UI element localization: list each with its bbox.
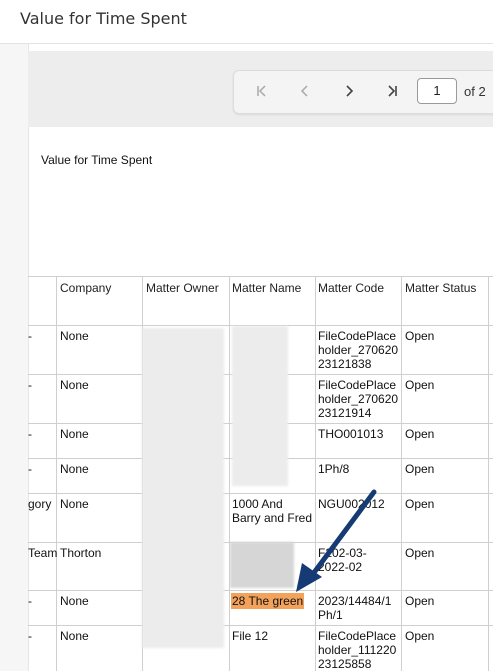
grid-line bbox=[28, 625, 493, 626]
row-lead-cell: - bbox=[28, 629, 32, 643]
report-title: Value for Time Spent bbox=[41, 153, 153, 167]
grid-line bbox=[28, 493, 493, 494]
row-lead-cell: - bbox=[28, 378, 32, 392]
matter-status-cell: Open bbox=[405, 427, 435, 441]
matter-status-cell: Open bbox=[405, 546, 435, 560]
page-count-label: of 2 bbox=[464, 84, 486, 99]
matter-code-cell: Ph/1 bbox=[318, 608, 343, 622]
column-header-company[interactable]: Company bbox=[60, 281, 111, 295]
row-lead-cell: - bbox=[28, 462, 32, 476]
page-number-input[interactable]: 1 bbox=[417, 78, 457, 104]
column-header-matter-status[interactable]: Matter Status bbox=[405, 281, 476, 295]
matter-code-cell: holder_111220 bbox=[318, 643, 397, 657]
row-lead-cell: - bbox=[28, 594, 32, 608]
matter-name-cell: File 12 bbox=[232, 629, 269, 643]
last-page-icon bbox=[388, 85, 397, 97]
previous-page-button[interactable] bbox=[295, 82, 315, 100]
grid-line bbox=[315, 276, 316, 671]
matter-code-cell: 2023/14484/1 bbox=[318, 594, 392, 608]
matter-code-cell: F202-03- bbox=[318, 546, 367, 560]
chevron-left-icon bbox=[300, 85, 308, 97]
column-header-matter-code[interactable]: Matter Code bbox=[318, 281, 384, 295]
redacted-matter-owner bbox=[142, 328, 224, 648]
matter-status-cell: Open bbox=[405, 329, 435, 343]
row-lead-cell: - bbox=[28, 329, 32, 343]
company-cell: None bbox=[60, 497, 89, 511]
company-cell: None bbox=[60, 462, 89, 476]
matter-code-cell: 23121838 bbox=[318, 357, 372, 371]
matter-code-cell: FileCodePlace bbox=[318, 629, 397, 643]
grid-line bbox=[28, 590, 493, 591]
matter-code-cell: FileCodePlace bbox=[318, 329, 397, 343]
company-cell: None bbox=[60, 594, 89, 608]
matter-name-cell: Barry and Fred bbox=[232, 511, 313, 525]
company-cell: None bbox=[60, 427, 89, 441]
app-titlebar: Value for Time Spent bbox=[0, 0, 493, 44]
next-page-button[interactable] bbox=[339, 82, 359, 100]
left-rail bbox=[0, 44, 29, 671]
matter-status-cell: Open bbox=[405, 462, 435, 476]
row-lead-cell: gory bbox=[28, 497, 52, 511]
company-cell: Thorton bbox=[60, 546, 102, 560]
matter-status-cell: Open bbox=[405, 594, 435, 608]
matter-code-cell: 1Ph/8 bbox=[318, 462, 350, 476]
matter-code-cell: FileCodePlace bbox=[318, 378, 397, 392]
matter-name-cell: 1000 And bbox=[232, 497, 283, 511]
first-page-icon bbox=[257, 85, 266, 97]
matter-code-cell: 23121914 bbox=[318, 406, 372, 420]
matter-code-cell: holder_270620 bbox=[318, 343, 399, 357]
grid-line bbox=[488, 276, 489, 671]
redacted-matter-name bbox=[230, 542, 294, 588]
grid-line bbox=[401, 276, 402, 671]
grid-line bbox=[28, 276, 493, 277]
matter-code-cell: NGU002012 bbox=[318, 497, 385, 511]
first-page-button[interactable] bbox=[252, 82, 272, 100]
page-title: Value for Time Spent bbox=[20, 9, 187, 28]
matter-code-cell: THO001013 bbox=[318, 427, 384, 441]
row-lead-cell: - bbox=[28, 427, 32, 441]
matter-code-cell: 23125858 bbox=[318, 657, 372, 671]
matter-status-cell: Open bbox=[405, 497, 435, 511]
column-header-matter-owner[interactable]: Matter Owner bbox=[146, 281, 219, 295]
matter-code-cell: 2022-02 bbox=[318, 560, 363, 574]
highlighted-matter-name: 28 The green bbox=[231, 593, 305, 609]
redacted-matter-name bbox=[232, 326, 288, 486]
matter-name-cell-highlighted: 28 The green bbox=[231, 593, 305, 609]
company-cell: None bbox=[60, 629, 89, 643]
matter-status-cell: Open bbox=[405, 378, 435, 392]
grid-line bbox=[229, 276, 230, 671]
company-cell: None bbox=[60, 378, 89, 392]
column-header-matter-name[interactable]: Matter Name bbox=[232, 281, 301, 295]
grid-line bbox=[56, 276, 57, 671]
chevron-right-icon bbox=[346, 85, 354, 97]
matter-status-cell: Open bbox=[405, 629, 435, 643]
matter-code-cell: holder_270620 bbox=[318, 392, 399, 406]
last-page-button[interactable] bbox=[382, 82, 402, 100]
row-lead-cell: Team bbox=[28, 546, 58, 560]
company-cell: None bbox=[60, 329, 89, 343]
